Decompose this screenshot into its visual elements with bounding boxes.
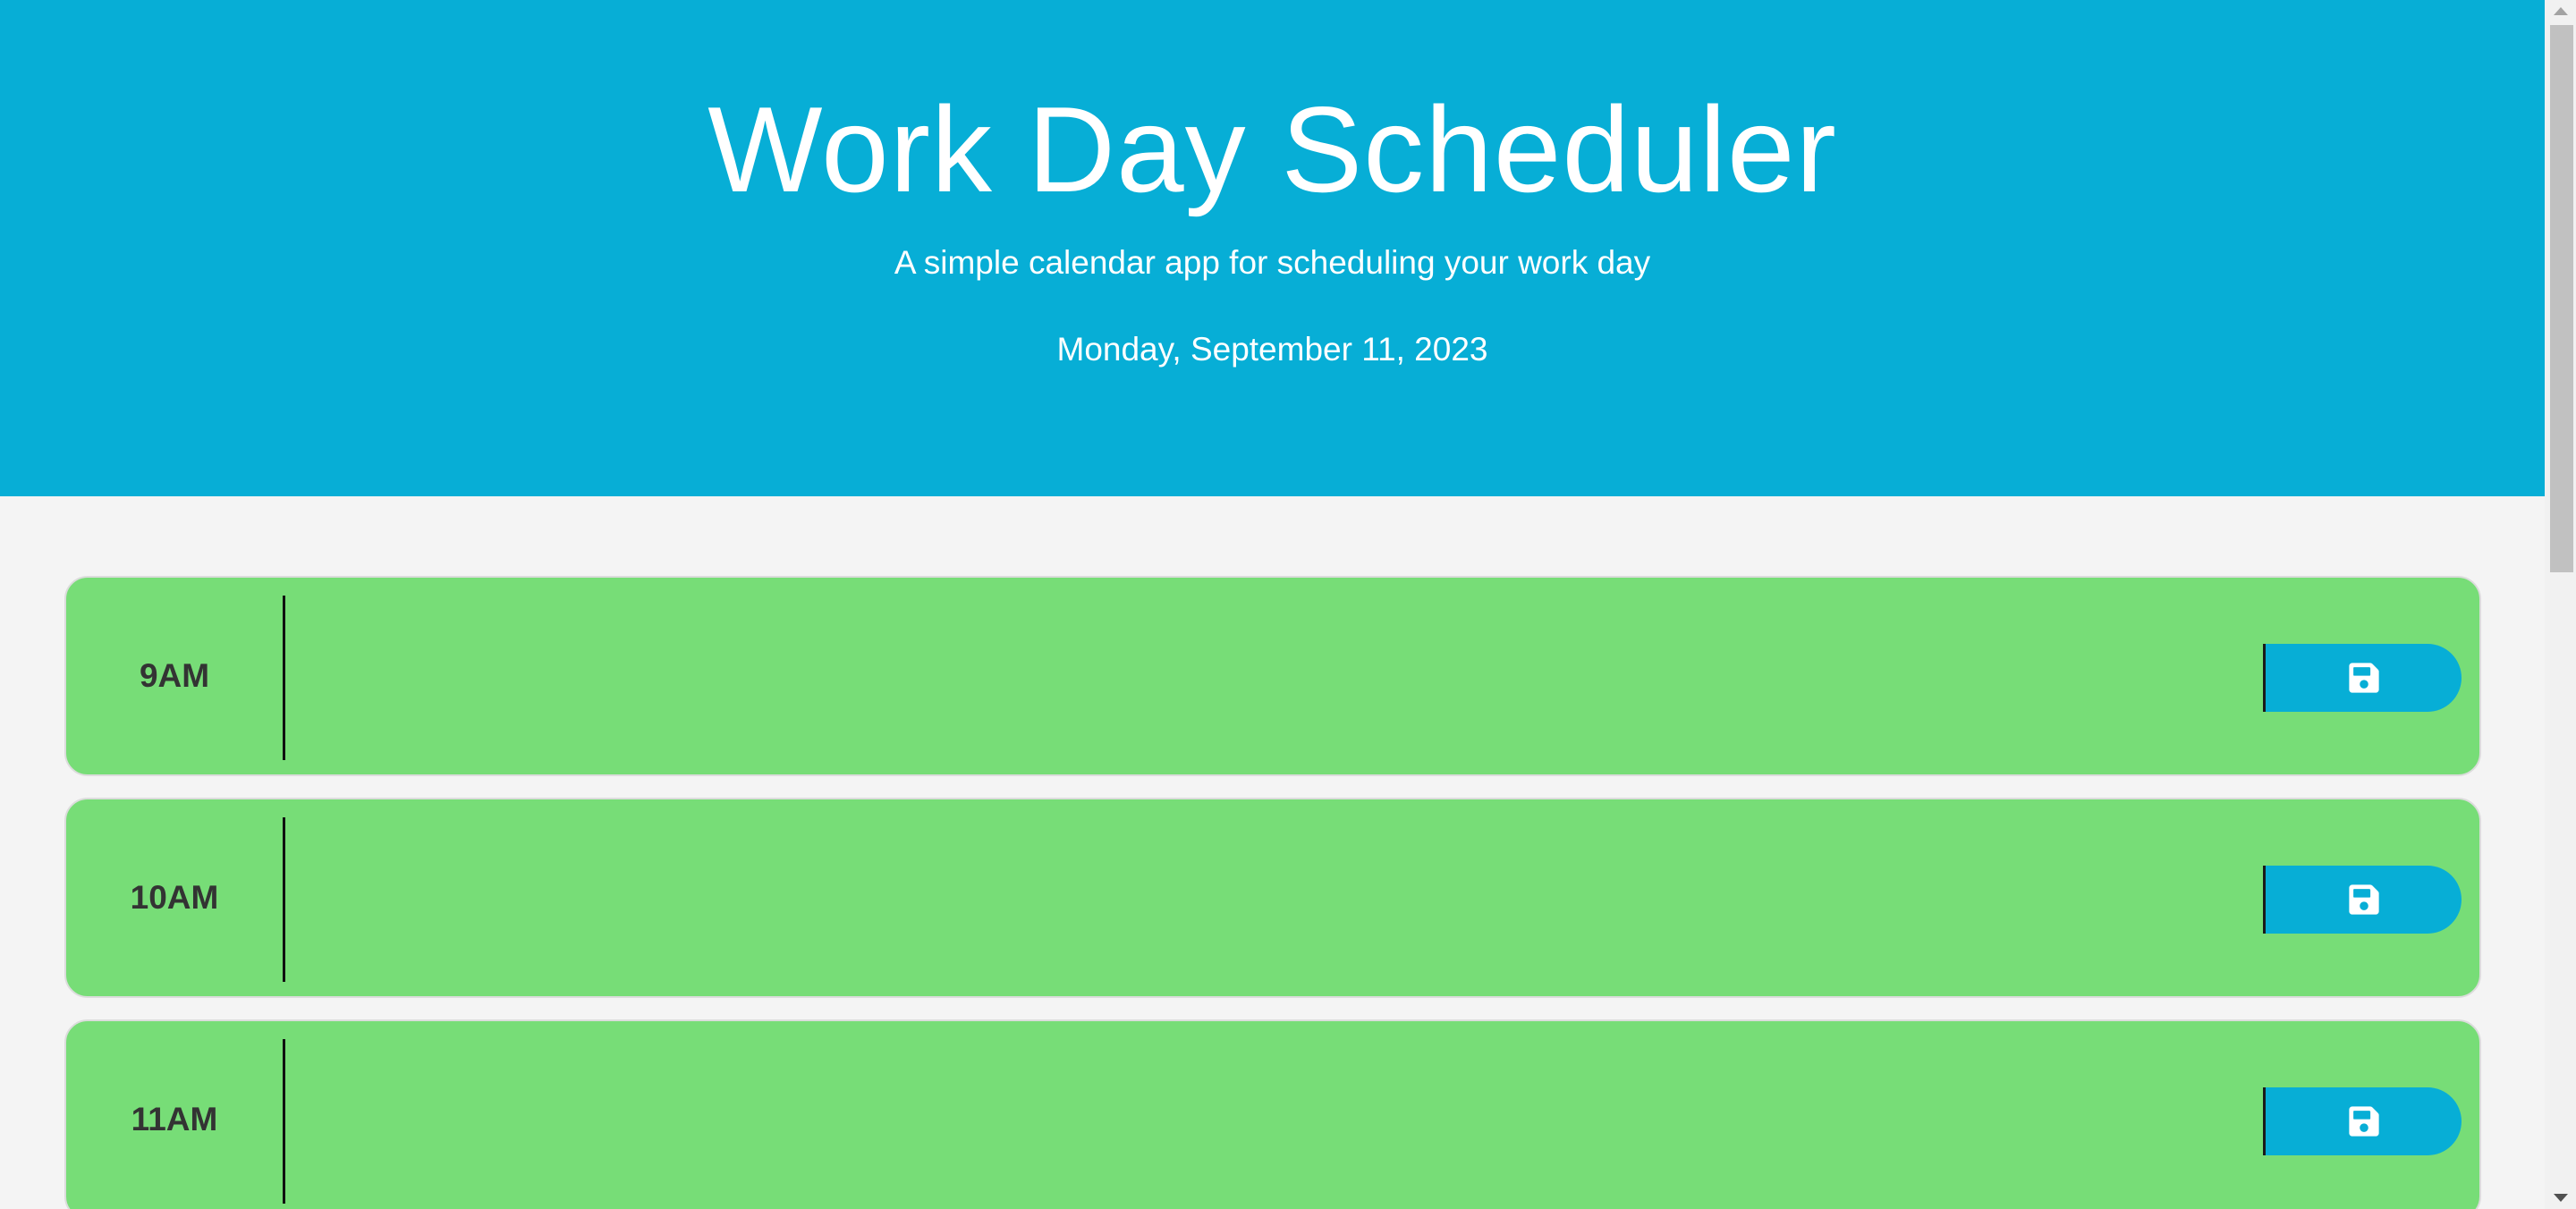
- floppy-disk-icon: [2348, 663, 2379, 693]
- schedule-container: 9AM 10AM 11AM: [64, 576, 2481, 1209]
- time-block-9am: 9AM: [64, 576, 2481, 776]
- hour-label: 11AM: [131, 1101, 218, 1137]
- scrollbar-thumb[interactable]: [2550, 25, 2573, 572]
- floppy-disk-icon: [2348, 1106, 2379, 1137]
- hour-label: 9AM: [139, 657, 210, 694]
- event-description-input[interactable]: [288, 1039, 2318, 1204]
- header: Work Day Scheduler A simple calendar app…: [0, 0, 2545, 496]
- current-day: Monday, September 11, 2023: [1056, 331, 1488, 368]
- event-description-input[interactable]: [288, 596, 2318, 760]
- scroll-up-arrow-icon[interactable]: [2554, 7, 2568, 15]
- scroll-down-arrow-icon[interactable]: [2554, 1194, 2568, 1202]
- floppy-disk-icon: [2348, 884, 2379, 915]
- page: Work Day Scheduler A simple calendar app…: [0, 0, 2576, 1209]
- page-title: Work Day Scheduler: [708, 81, 1837, 217]
- hour-divider: [283, 1039, 285, 1204]
- save-button[interactable]: [2263, 866, 2462, 934]
- page-subtitle: A simple calendar app for scheduling you…: [894, 244, 1651, 281]
- save-button[interactable]: [2263, 644, 2462, 712]
- time-block-10am: 10AM: [64, 798, 2481, 998]
- hour-divider: [283, 817, 285, 982]
- hour-divider: [283, 596, 285, 760]
- hour-label: 10AM: [130, 879, 219, 916]
- event-description-input[interactable]: [288, 817, 2318, 982]
- time-block-11am: 11AM: [64, 1019, 2481, 1209]
- vertical-scrollbar[interactable]: [2545, 0, 2576, 1209]
- save-button[interactable]: [2263, 1087, 2462, 1155]
